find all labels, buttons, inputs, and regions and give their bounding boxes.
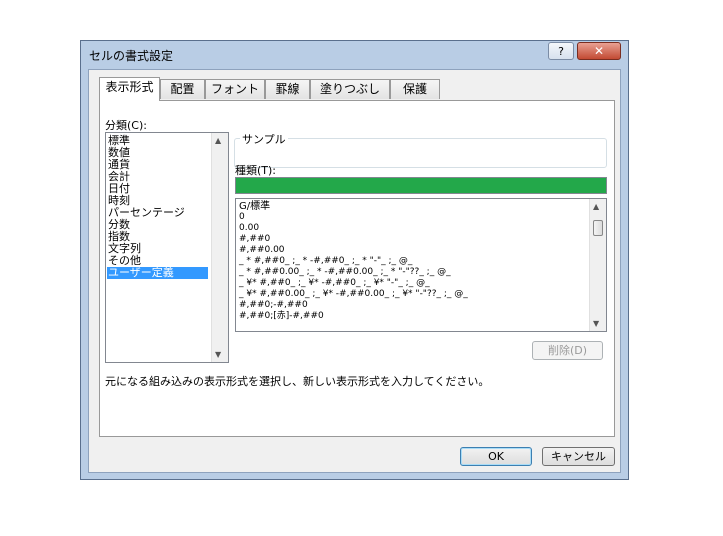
- category-scrollbar[interactable]: ▲ ▼: [211, 133, 228, 362]
- close-button[interactable]: ✕: [577, 42, 621, 60]
- tab-font[interactable]: フォント: [205, 79, 265, 99]
- format-item[interactable]: #,##0;-#,##0: [239, 300, 308, 311]
- category-list[interactable]: 標準 数値 通貨 会計 日付 時刻 パーセンテージ 分数 指数 文字列 その他 …: [105, 132, 229, 363]
- tab-protection[interactable]: 保護: [390, 79, 440, 99]
- delete-button[interactable]: 削除(D): [532, 341, 603, 360]
- format-item[interactable]: #,##0;[赤]-#,##0: [239, 311, 324, 322]
- type-label: 種類(T):: [235, 164, 277, 177]
- format-item[interactable]: G/標準: [239, 201, 270, 212]
- number-tab-panel: 分類(C): 標準 数値 通貨 会計 日付 時刻 パーセンテージ 分数 指数 文…: [99, 100, 615, 437]
- category-item-selected[interactable]: ユーザー定義: [107, 267, 208, 279]
- help-button[interactable]: ?: [548, 42, 574, 60]
- ok-button[interactable]: OK: [460, 447, 532, 466]
- tab-number[interactable]: 表示形式: [99, 77, 160, 101]
- scroll-up-arrow-icon[interactable]: ▲: [215, 136, 221, 145]
- format-list-scrollbar[interactable]: ▲ ▼: [589, 199, 606, 331]
- tab-fill[interactable]: 塗りつぶし: [310, 79, 390, 99]
- format-item[interactable]: 0: [239, 212, 245, 223]
- description-text: 元になる組み込みの表示形式を選択し、新しい表示形式を入力してください。: [105, 375, 490, 388]
- format-item[interactable]: #,##0: [239, 234, 270, 245]
- cancel-button[interactable]: キャンセル: [542, 447, 615, 466]
- tab-alignment[interactable]: 配置: [160, 79, 205, 99]
- scroll-thumb[interactable]: [593, 220, 603, 236]
- format-item[interactable]: _ * #,##0.00_ ;_ * -#,##0.00_ ;_ * "-"??…: [239, 267, 451, 278]
- format-item[interactable]: #,##0.00: [239, 245, 285, 256]
- category-label: 分類(C):: [105, 119, 147, 132]
- format-item[interactable]: 0.00: [239, 223, 259, 234]
- sample-box: [234, 138, 607, 168]
- dialog-body: 表示形式 配置 フォント 罫線 塗りつぶし 保護 分類(C): 標準 数値 通貨…: [88, 69, 621, 473]
- format-item[interactable]: _ * #,##0_ ;_ * -#,##0_ ;_ * "-"_ ;_ @_: [239, 256, 412, 267]
- tab-border[interactable]: 罫線: [265, 79, 310, 99]
- format-cells-dialog: セルの書式設定 ? ✕ 表示形式 配置 フォント 罫線 塗りつぶし 保護 分類(…: [80, 40, 629, 480]
- type-input[interactable]: [235, 177, 607, 194]
- title-bar[interactable]: セルの書式設定 ? ✕: [81, 41, 628, 69]
- format-type-list[interactable]: G/標準 0 0.00 #,##0 #,##0.00 _ * #,##0_ ;_…: [235, 198, 607, 332]
- scroll-up-arrow-icon[interactable]: ▲: [593, 202, 599, 211]
- sample-label: サンプル: [240, 131, 288, 147]
- format-item[interactable]: _ ¥* #,##0_ ;_ ¥* -#,##0_ ;_ ¥* "-"_ ;_ …: [239, 278, 430, 289]
- dialog-title: セルの書式設定: [89, 49, 174, 63]
- scroll-down-arrow-icon[interactable]: ▼: [215, 350, 221, 359]
- format-item[interactable]: _ ¥* #,##0.00_ ;_ ¥* -#,##0.00_ ;_ ¥* "-…: [239, 289, 468, 300]
- scroll-down-arrow-icon[interactable]: ▼: [593, 319, 599, 328]
